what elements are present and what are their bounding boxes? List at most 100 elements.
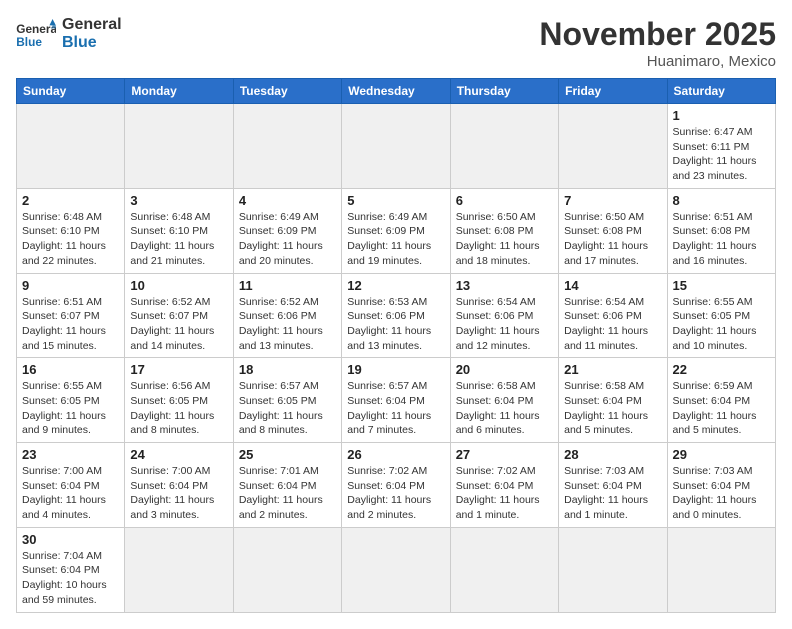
- day-number: 19: [347, 362, 444, 377]
- calendar-cell: 18 Sunrise: 6:57 AMSunset: 6:05 PMDayligh…: [233, 358, 341, 443]
- day-number: 18: [239, 362, 336, 377]
- day-number: 1: [673, 108, 770, 123]
- day-info: Sunrise: 6:59 AMSunset: 6:04 PMDaylight:…: [673, 379, 770, 438]
- svg-text:Blue: Blue: [16, 35, 42, 49]
- day-number: 10: [130, 278, 227, 293]
- calendar-cell: 3 Sunrise: 6:48 AMSunset: 6:10 PMDaylight…: [125, 188, 233, 273]
- calendar-header-saturday: Saturday: [667, 79, 775, 104]
- calendar-cell: [450, 527, 558, 612]
- calendar-cell: 10Sunrise: 6:52 AMSunset: 6:07 PMDayligh…: [125, 273, 233, 358]
- calendar-cell: 7 Sunrise: 6:50 AMSunset: 6:08 PMDaylight…: [559, 188, 667, 273]
- calendar-table: SundayMondayTuesdayWednesdayThursdayFrid…: [16, 78, 776, 613]
- day-number: 11: [239, 278, 336, 293]
- day-info: Sunrise: 6:50 AMSunset: 6:08 PMDaylight:…: [564, 210, 661, 269]
- day-info: Sunrise: 7:03 AMSunset: 6:04 PMDaylight:…: [673, 464, 770, 523]
- day-info: Sunrise: 7:04 AMSunset: 6:04 PMDaylight:…: [22, 549, 119, 608]
- day-info: Sunrise: 7:03 AMSunset: 6:04 PMDaylight:…: [564, 464, 661, 523]
- calendar-cell: [667, 527, 775, 612]
- day-info: Sunrise: 6:57 AMSunset: 6:05 PMDaylight:…: [239, 379, 336, 438]
- day-info: Sunrise: 6:54 AMSunset: 6:06 PMDaylight:…: [564, 295, 661, 354]
- page-header: General Blue General Blue November 2025 …: [16, 16, 776, 70]
- calendar-cell: 19 Sunrise: 6:57 AMSunset: 6:04 PMDayligh…: [342, 358, 450, 443]
- day-number: 21: [564, 362, 661, 377]
- calendar-cell: 8 Sunrise: 6:51 AMSunset: 6:08 PMDaylight…: [667, 188, 775, 273]
- day-number: 30: [22, 532, 119, 547]
- calendar-cell: 20Sunrise: 6:58 AMSunset: 6:04 PMDayligh…: [450, 358, 558, 443]
- calendar-cell: 6 Sunrise: 6:50 AMSunset: 6:08 PMDaylight…: [450, 188, 558, 273]
- day-number: 3: [130, 193, 227, 208]
- calendar-cell: 5 Sunrise: 6:49 AMSunset: 6:09 PMDaylight…: [342, 188, 450, 273]
- calendar-cell: [342, 104, 450, 189]
- calendar-cell: [559, 104, 667, 189]
- day-number: 15: [673, 278, 770, 293]
- calendar-week-6: 30 Sunrise: 7:04 AMSunset: 6:04 PMDayligh…: [17, 527, 776, 612]
- day-info: Sunrise: 7:00 AMSunset: 6:04 PMDaylight:…: [22, 464, 119, 523]
- day-number: 7: [564, 193, 661, 208]
- calendar-header-friday: Friday: [559, 79, 667, 104]
- day-number: 4: [239, 193, 336, 208]
- day-info: Sunrise: 6:49 AMSunset: 6:09 PMDaylight:…: [239, 210, 336, 269]
- day-info: Sunrise: 6:55 AMSunset: 6:05 PMDaylight:…: [22, 379, 119, 438]
- day-number: 13: [456, 278, 553, 293]
- day-info: Sunrise: 6:52 AMSunset: 6:06 PMDaylight:…: [239, 295, 336, 354]
- location: Huanimaro, Mexico: [539, 53, 776, 70]
- day-number: 8: [673, 193, 770, 208]
- calendar-cell: 16 Sunrise: 6:55 AMSunset: 6:05 PMDayligh…: [17, 358, 125, 443]
- calendar-week-5: 23 Sunrise: 7:00 AMSunset: 6:04 PMDayligh…: [17, 443, 776, 528]
- day-number: 29: [673, 447, 770, 462]
- logo-icon: General Blue: [16, 19, 56, 49]
- calendar-cell: 14 Sunrise: 6:54 AMSunset: 6:06 PMDayligh…: [559, 273, 667, 358]
- day-info: Sunrise: 6:48 AMSunset: 6:10 PMDaylight:…: [130, 210, 227, 269]
- day-info: Sunrise: 6:53 AMSunset: 6:06 PMDaylight:…: [347, 295, 444, 354]
- calendar-cell: 12Sunrise: 6:53 AMSunset: 6:06 PMDayligh…: [342, 273, 450, 358]
- calendar-cell: 29 Sunrise: 7:03 AMSunset: 6:04 PMDayligh…: [667, 443, 775, 528]
- calendar-header-thursday: Thursday: [450, 79, 558, 104]
- day-number: 5: [347, 193, 444, 208]
- logo-general-text: General: [62, 16, 122, 34]
- day-info: Sunrise: 6:48 AMSunset: 6:10 PMDaylight:…: [22, 210, 119, 269]
- calendar-cell: 25 Sunrise: 7:01 AMSunset: 6:04 PMDayligh…: [233, 443, 341, 528]
- day-info: Sunrise: 6:50 AMSunset: 6:08 PMDaylight:…: [456, 210, 553, 269]
- day-info: Sunrise: 6:55 AMSunset: 6:05 PMDaylight:…: [673, 295, 770, 354]
- day-info: Sunrise: 7:01 AMSunset: 6:04 PMDaylight:…: [239, 464, 336, 523]
- day-info: Sunrise: 7:00 AMSunset: 6:04 PMDaylight:…: [130, 464, 227, 523]
- calendar-header-tuesday: Tuesday: [233, 79, 341, 104]
- day-info: Sunrise: 6:57 AMSunset: 6:04 PMDaylight:…: [347, 379, 444, 438]
- day-number: 17: [130, 362, 227, 377]
- day-number: 6: [456, 193, 553, 208]
- calendar-header-monday: Monday: [125, 79, 233, 104]
- day-info: Sunrise: 6:49 AMSunset: 6:09 PMDaylight:…: [347, 210, 444, 269]
- calendar-cell: [233, 104, 341, 189]
- calendar-cell: 30 Sunrise: 7:04 AMSunset: 6:04 PMDayligh…: [17, 527, 125, 612]
- calendar-cell: [125, 527, 233, 612]
- calendar-cell: [450, 104, 558, 189]
- calendar-cell: 4 Sunrise: 6:49 AMSunset: 6:09 PMDaylight…: [233, 188, 341, 273]
- calendar-week-3: 9 Sunrise: 6:51 AMSunset: 6:07 PMDaylight…: [17, 273, 776, 358]
- calendar-header-row: SundayMondayTuesdayWednesdayThursdayFrid…: [17, 79, 776, 104]
- day-number: 25: [239, 447, 336, 462]
- day-number: 22: [673, 362, 770, 377]
- day-info: Sunrise: 6:51 AMSunset: 6:07 PMDaylight:…: [22, 295, 119, 354]
- calendar-cell: 17 Sunrise: 6:56 AMSunset: 6:05 PMDayligh…: [125, 358, 233, 443]
- day-info: Sunrise: 6:58 AMSunset: 6:04 PMDaylight:…: [456, 379, 553, 438]
- calendar-week-2: 2Sunrise: 6:48 AMSunset: 6:10 PMDaylight…: [17, 188, 776, 273]
- day-info: Sunrise: 7:02 AMSunset: 6:04 PMDaylight:…: [456, 464, 553, 523]
- calendar-cell: 1Sunrise: 6:47 AMSunset: 6:11 PMDaylight…: [667, 104, 775, 189]
- day-number: 28: [564, 447, 661, 462]
- month-title: November 2025: [539, 16, 776, 53]
- day-number: 16: [22, 362, 119, 377]
- day-number: 14: [564, 278, 661, 293]
- logo-blue-text: Blue: [62, 34, 122, 52]
- calendar-cell: [125, 104, 233, 189]
- day-info: Sunrise: 6:56 AMSunset: 6:05 PMDaylight:…: [130, 379, 227, 438]
- calendar-cell: 13Sunrise: 6:54 AMSunset: 6:06 PMDayligh…: [450, 273, 558, 358]
- calendar-cell: 24 Sunrise: 7:00 AMSunset: 6:04 PMDayligh…: [125, 443, 233, 528]
- day-info: Sunrise: 6:51 AMSunset: 6:08 PMDaylight:…: [673, 210, 770, 269]
- day-number: 24: [130, 447, 227, 462]
- day-number: 23: [22, 447, 119, 462]
- day-number: 9: [22, 278, 119, 293]
- calendar-cell: [342, 527, 450, 612]
- calendar-cell: 26Sunrise: 7:02 AMSunset: 6:04 PMDayligh…: [342, 443, 450, 528]
- calendar-cell: 22 Sunrise: 6:59 AMSunset: 6:04 PMDayligh…: [667, 358, 775, 443]
- calendar-week-4: 16 Sunrise: 6:55 AMSunset: 6:05 PMDayligh…: [17, 358, 776, 443]
